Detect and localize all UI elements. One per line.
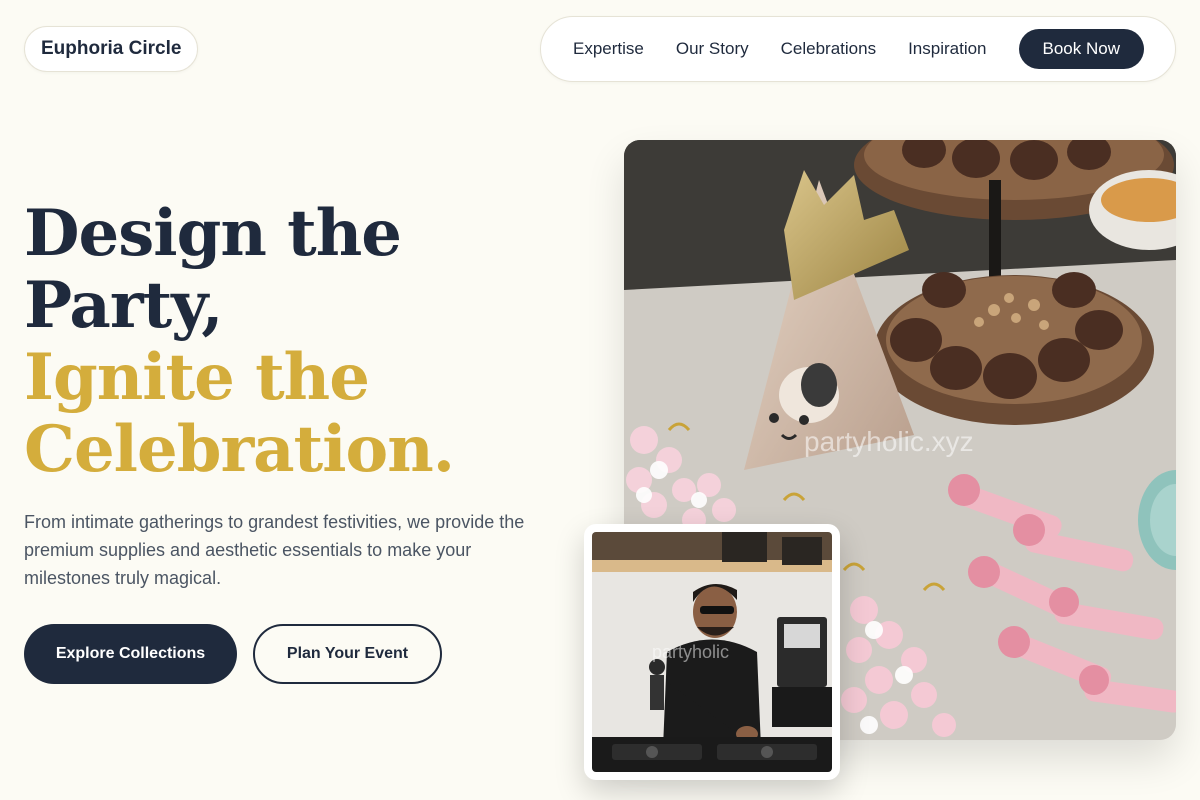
hero-title-line-3: Ignite the bbox=[24, 340, 370, 415]
page: Euphoria Circle Expertise Our Story Cele… bbox=[0, 0, 1200, 800]
brand-logo[interactable]: Euphoria Circle bbox=[24, 26, 199, 72]
dj-image-watermark: partyholic bbox=[652, 642, 730, 662]
main-image-watermark: partyholic.xyz bbox=[804, 426, 974, 457]
book-now-button[interactable]: Book Now bbox=[1018, 29, 1144, 69]
main-nav: Expertise Our Story Celebrations Inspira… bbox=[540, 16, 1176, 82]
plan-your-event-button[interactable]: Plan Your Event bbox=[253, 624, 442, 684]
brand-name: Euphoria Circle bbox=[41, 38, 182, 59]
hero-title-line-2: Party, bbox=[24, 268, 224, 343]
dj-photo-card: partyholic bbox=[584, 524, 840, 780]
hero-title: Design the Party, Ignite the Celebration… bbox=[24, 196, 455, 487]
hero-title-line-1: Design the bbox=[24, 196, 402, 271]
hero-description: From intimate gatherings to grandest fes… bbox=[24, 512, 525, 588]
nav-link-our-story[interactable]: Our Story bbox=[676, 39, 749, 59]
nav-link-inspiration[interactable]: Inspiration bbox=[908, 39, 986, 59]
nav-link-celebrations[interactable]: Celebrations bbox=[781, 39, 876, 59]
dj-image: partyholic bbox=[592, 532, 832, 772]
explore-collections-button[interactable]: Explore Collections bbox=[24, 624, 237, 684]
hero-title-line-4: Celebration. bbox=[24, 412, 455, 487]
nav-link-expertise[interactable]: Expertise bbox=[573, 39, 644, 59]
